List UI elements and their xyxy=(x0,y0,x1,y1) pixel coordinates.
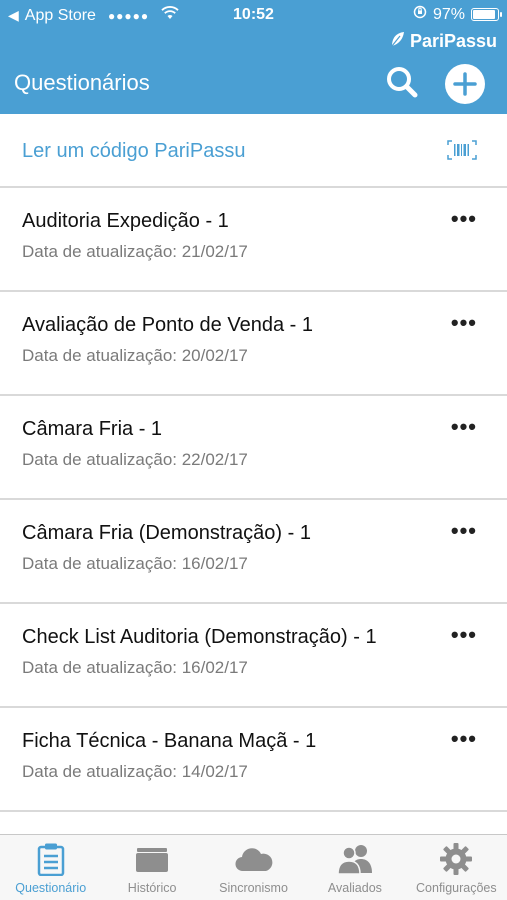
more-options-icon[interactable]: ••• xyxy=(451,726,477,752)
brand-name: PariPassu xyxy=(409,31,497,51)
list-item[interactable]: Ficha Técnica - Banana Maçã - 1 Data de a… xyxy=(0,708,507,812)
status-bar: ◀ App Store ●●●●● 10:52 97% xyxy=(0,0,507,30)
app-header: ◀ App Store ●●●●● 10:52 97% PariPassu Qu… xyxy=(0,0,507,114)
tab-historico[interactable]: Histórico xyxy=(101,835,202,900)
search-button[interactable] xyxy=(382,62,422,102)
tab-label: Avaliados xyxy=(327,881,382,895)
item-title: Avaliação de Ponto de Venda - 1 xyxy=(22,314,313,336)
item-title: Câmara Fria - 1 xyxy=(22,418,163,440)
tab-avaliados[interactable]: Avaliados xyxy=(304,835,405,900)
tab-label: Questionário xyxy=(15,881,87,895)
list-item[interactable]: Avaliação de Ponto de Venda - 1 Data de a… xyxy=(0,292,507,396)
more-options-icon[interactable]: ••• xyxy=(451,206,477,232)
list-item[interactable]: Check List Auditoria (Demonstração) - 1 D… xyxy=(0,604,507,708)
tab-label: Sincronismo xyxy=(219,881,288,895)
status-right: 97% xyxy=(413,5,502,24)
folder-icon xyxy=(135,841,169,877)
item-date: Data de atualização: 16/02/17 xyxy=(22,658,248,677)
list-item[interactable]: Câmara Fria - 1 Data de atualização: 22/0… xyxy=(0,396,507,500)
battery-fill xyxy=(473,10,495,19)
item-title: Ficha Técnica - Banana Maçã - 1 xyxy=(22,730,317,752)
list-item[interactable]: Auditoria Expedição - 1 Data de atualizaç… xyxy=(0,188,507,292)
tab-bar: Questionário Histórico Sincronismo Avaliado… xyxy=(0,834,507,900)
scan-code-label[interactable]: Ler um código PariPassu xyxy=(22,140,245,163)
more-options-icon[interactable]: ••• xyxy=(451,518,477,544)
clipboard-icon xyxy=(36,841,66,877)
item-date: Data de atualização: 14/02/17 xyxy=(22,762,248,781)
add-button[interactable] xyxy=(445,64,485,104)
gear-icon xyxy=(440,841,473,877)
item-date: Data de atualização: 16/02/17 xyxy=(22,554,248,573)
leaf-icon xyxy=(390,30,406,53)
cloud-icon xyxy=(234,841,274,877)
tab-sincronismo[interactable]: Sincronismo xyxy=(203,835,304,900)
item-date: Data de atualização: 21/02/17 xyxy=(22,242,248,261)
tab-configuracoes[interactable]: Configurações xyxy=(406,835,507,900)
tab-questionario[interactable]: Questionário xyxy=(0,835,101,900)
item-date: Data de atualização: 22/02/17 xyxy=(22,450,248,469)
plus-icon xyxy=(453,72,477,96)
people-icon xyxy=(336,841,374,877)
scan-code-row[interactable]: Ler um código PariPassu xyxy=(0,114,507,188)
more-options-icon[interactable]: ••• xyxy=(451,622,477,648)
tab-label: Histórico xyxy=(127,881,177,895)
more-options-icon[interactable]: ••• xyxy=(451,414,477,440)
search-icon xyxy=(387,67,418,98)
rotation-lock-icon xyxy=(413,5,427,24)
item-title: Check List Auditoria (Demonstração) - 1 xyxy=(22,626,377,648)
more-options-icon[interactable]: ••• xyxy=(451,310,477,336)
tab-label: Configurações xyxy=(416,881,497,895)
battery-percent: 97% xyxy=(432,5,465,23)
battery-icon xyxy=(471,8,502,21)
barcode-icon[interactable] xyxy=(447,140,477,165)
item-title: Câmara Fria (Demonstração) - 1 xyxy=(22,522,311,544)
item-title: Auditoria Expedição - 1 xyxy=(22,210,229,232)
list-item[interactable]: Câmara Fria (Demonstração) - 1 Data de at… xyxy=(0,500,507,604)
item-date: Data de atualização: 20/02/17 xyxy=(22,346,248,365)
page-title: Questionários xyxy=(14,70,150,95)
questionnaire-list: Auditoria Expedição - 1 Data de atualizaç… xyxy=(0,188,507,812)
brand-logo: PariPassu xyxy=(390,30,497,53)
